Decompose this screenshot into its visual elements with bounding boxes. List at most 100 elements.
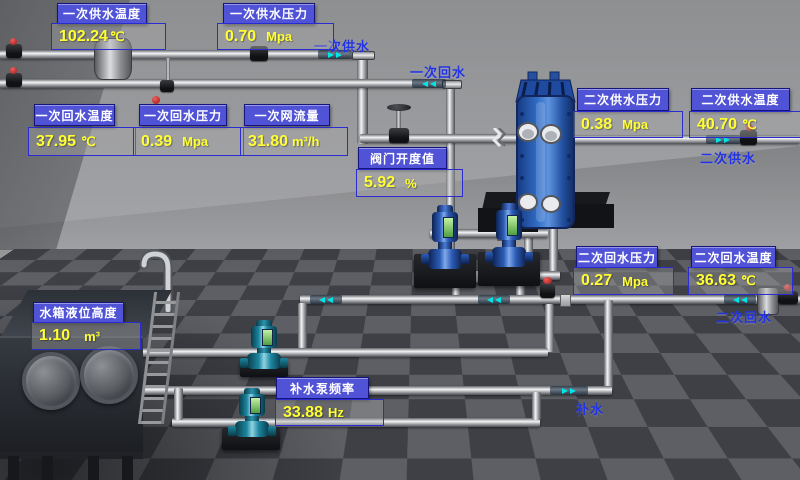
circulation-pump-1[interactable] [428, 205, 462, 269]
panel-value-secondary-return-temp: 36.63 ℃ [688, 267, 793, 295]
pump-neck [438, 242, 452, 249]
panel-title-makeup-pump-freq: 补水泵频率 [276, 377, 369, 399]
flow-arrow-icon [478, 295, 510, 304]
value-number: 1.10 [39, 327, 70, 345]
panel-value-primary-return-pressure: 0.39 Mpa [133, 127, 244, 156]
panel-value-secondary-supply-temp: 40.70 ℃ [689, 111, 800, 138]
valve-handle-icon [152, 96, 160, 104]
tank-leg [42, 456, 53, 480]
panel-value-makeup-pump-freq: 33.88 Hz [275, 399, 384, 426]
panel-value-primary-supply-temp: 102.24 ℃ [51, 23, 166, 50]
value-number: 33.88 [283, 404, 323, 422]
panel-value-secondary-return-pressure: 0.27 Mpa [573, 267, 674, 295]
pipe-label-secondary-supply: 二次供水 [700, 148, 756, 167]
pump-volute [247, 353, 281, 369]
panel-title-primary-return-pressure: 一次回水压力 [139, 104, 227, 126]
pump-motor [239, 394, 265, 416]
pump-cap [437, 205, 453, 212]
panel-value-primary-flow: 31.80 m³/h [240, 127, 348, 156]
pump-cap [501, 203, 517, 210]
tank-leg [8, 456, 19, 480]
pump-motor [432, 212, 458, 242]
circulation-pump-2[interactable] [492, 203, 526, 267]
value-number: 102.24 [59, 28, 108, 46]
flow-arrow-icon [550, 386, 588, 395]
panel-value-secondary-supply-pressure: 0.38 Mpa [573, 111, 683, 138]
panel-value-valve-opening: 5.92 % [356, 169, 463, 197]
pump-indicator-window [443, 217, 454, 238]
value-number: 36.63 [696, 272, 736, 290]
valve-icon[interactable] [540, 284, 555, 298]
tank-manhole-icon [80, 346, 138, 404]
flow-arrow-icon [724, 295, 756, 304]
tank-leg [122, 456, 133, 480]
control-valve-icon[interactable] [389, 128, 409, 143]
pipe-coupling [560, 294, 571, 307]
pipe-segment [604, 300, 613, 390]
value-number: 0.70 [225, 28, 256, 46]
pipe-primary-supply [0, 50, 368, 59]
tank-leg [88, 456, 99, 480]
pipe-label-primary-return: 一次回水 [410, 62, 466, 81]
panel-title-primary-supply-pressure: 一次供水压力 [223, 3, 315, 24]
value-unit: Mpa [182, 134, 208, 149]
value-unit: ℃ [742, 117, 757, 133]
value-unit: m³/h [292, 134, 319, 149]
value-number: 31.80 [248, 133, 288, 151]
value-unit: ℃ [81, 134, 96, 150]
control-valve-wheel-icon [387, 104, 411, 111]
pipe-segment [532, 392, 541, 420]
pipe-label-makeup-water: 补水 [576, 399, 604, 418]
pump-neck [502, 240, 516, 247]
panel-title-primary-supply-temp: 一次供水温度 [57, 3, 147, 24]
valve-handle-icon [543, 277, 552, 284]
value-unit: Mpa [622, 274, 648, 289]
valve-icon[interactable] [160, 80, 174, 92]
value-number: 37.95 [36, 133, 76, 151]
panel-value-primary-supply-pressure: 0.70 Mpa [217, 23, 334, 50]
value-unit: Hz [328, 405, 344, 420]
value-unit: Mpa [266, 29, 292, 44]
value-unit: % [405, 176, 417, 191]
pipe-tank-outlet [142, 348, 548, 357]
pump-volute [235, 421, 269, 437]
flow-arrow-icon [310, 295, 342, 304]
panel-title-tank-level: 水箱液位高度 [33, 302, 124, 323]
value-number: 0.27 [581, 272, 612, 290]
panel-value-primary-return-temp: 37.95 ℃ [28, 127, 136, 156]
pipe-segment [357, 54, 368, 144]
valve-handle-icon [10, 38, 17, 45]
pipe-segment [174, 388, 183, 420]
panel-title-valve-opening: 阀门开度值 [358, 147, 447, 169]
value-number: 0.39 [141, 133, 172, 151]
makeup-pump-1[interactable] [247, 320, 281, 369]
panel-title-secondary-return-pressure: 二次回水压力 [576, 246, 658, 268]
tank-manhole-icon [22, 352, 80, 410]
panel-title-primary-return-temp: 一次回水温度 [34, 104, 115, 126]
pump-indicator-window [262, 329, 273, 346]
value-unit: m³ [84, 329, 100, 344]
panel-title-secondary-supply-pressure: 二次供水压力 [577, 88, 669, 111]
pump-indicator-window [507, 215, 518, 236]
valve-icon[interactable] [6, 44, 22, 58]
pipe-makeup-water [142, 386, 612, 395]
value-unit: ℃ [741, 273, 756, 289]
pipe-label-secondary-return: 二次回水 [716, 307, 772, 326]
value-number: 0.38 [581, 116, 612, 134]
pipe-segment [545, 304, 554, 352]
value-number: 40.70 [697, 116, 737, 134]
pipe-segment [298, 303, 307, 352]
pump-motor [496, 210, 522, 240]
pump-indicator-window [250, 397, 261, 414]
makeup-pump-2[interactable] [235, 388, 269, 437]
hmi-scene: 一次供水温度 102.24 ℃ 一次供水压力 0.70 Mpa 一次回水温度 3… [0, 0, 800, 480]
value-unit: ℃ [110, 29, 125, 45]
panel-title-secondary-return-temp: 二次回水温度 [691, 246, 776, 268]
valve-icon[interactable] [6, 73, 22, 87]
panel-value-tank-level: 1.10 m³ [31, 322, 141, 350]
value-number: 5.92 [364, 174, 395, 192]
pump-volute [492, 247, 526, 267]
pump-volute [428, 249, 462, 269]
pump-motor [251, 326, 277, 348]
panel-title-secondary-supply-temp: 二次供水温度 [691, 88, 790, 111]
